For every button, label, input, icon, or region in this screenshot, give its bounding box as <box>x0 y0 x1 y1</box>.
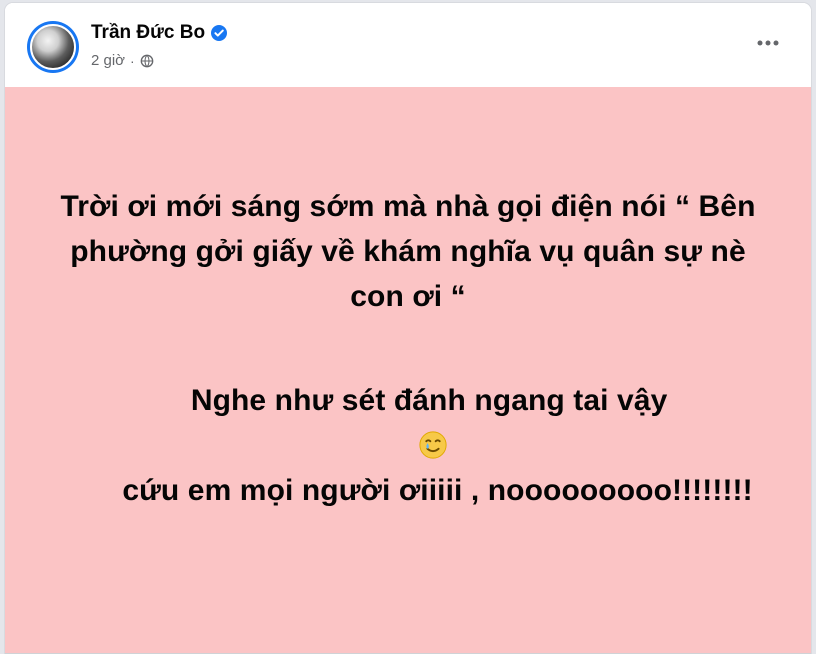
verified-badge-icon <box>211 25 228 41</box>
paragraph-2-text-after-emoji: cứu em mọi người ơiiiii , nooooooooo!!!!… <box>113 473 753 507</box>
author-avatar[interactable] <box>27 21 79 73</box>
post-timestamp[interactable]: 2 giờ <box>91 51 125 71</box>
more-options-button[interactable] <box>753 31 783 55</box>
post-header: Trần Đức Bo 2 giờ · <box>5 3 811 87</box>
more-options-icon <box>757 40 779 46</box>
avatar-photo <box>30 24 76 70</box>
post-meta: 2 giờ · <box>91 51 154 71</box>
globe-icon[interactable] <box>140 54 154 68</box>
post-paragraph-2: Nghe như sét đánh ngang tai vậy cứu em m… <box>41 333 776 558</box>
facebook-post-card: Trần Đức Bo 2 giờ · Trời ơi mới sáng sớm… <box>5 3 811 654</box>
crying-smile-emoji-icon <box>419 430 447 459</box>
post-body: Trời ơi mới sáng sớm mà nhà gọi điện nói… <box>5 87 811 654</box>
meta-separator: · <box>130 53 135 69</box>
author-row: Trần Đức Bo <box>91 21 228 45</box>
post-paragraph-1: Trời ơi mới sáng sớm mà nhà gọi điện nói… <box>60 189 764 313</box>
author-name[interactable]: Trần Đức Bo <box>91 21 205 45</box>
paragraph-2-text-before-emoji: Nghe như sét đánh ngang tai vậy <box>190 383 676 417</box>
